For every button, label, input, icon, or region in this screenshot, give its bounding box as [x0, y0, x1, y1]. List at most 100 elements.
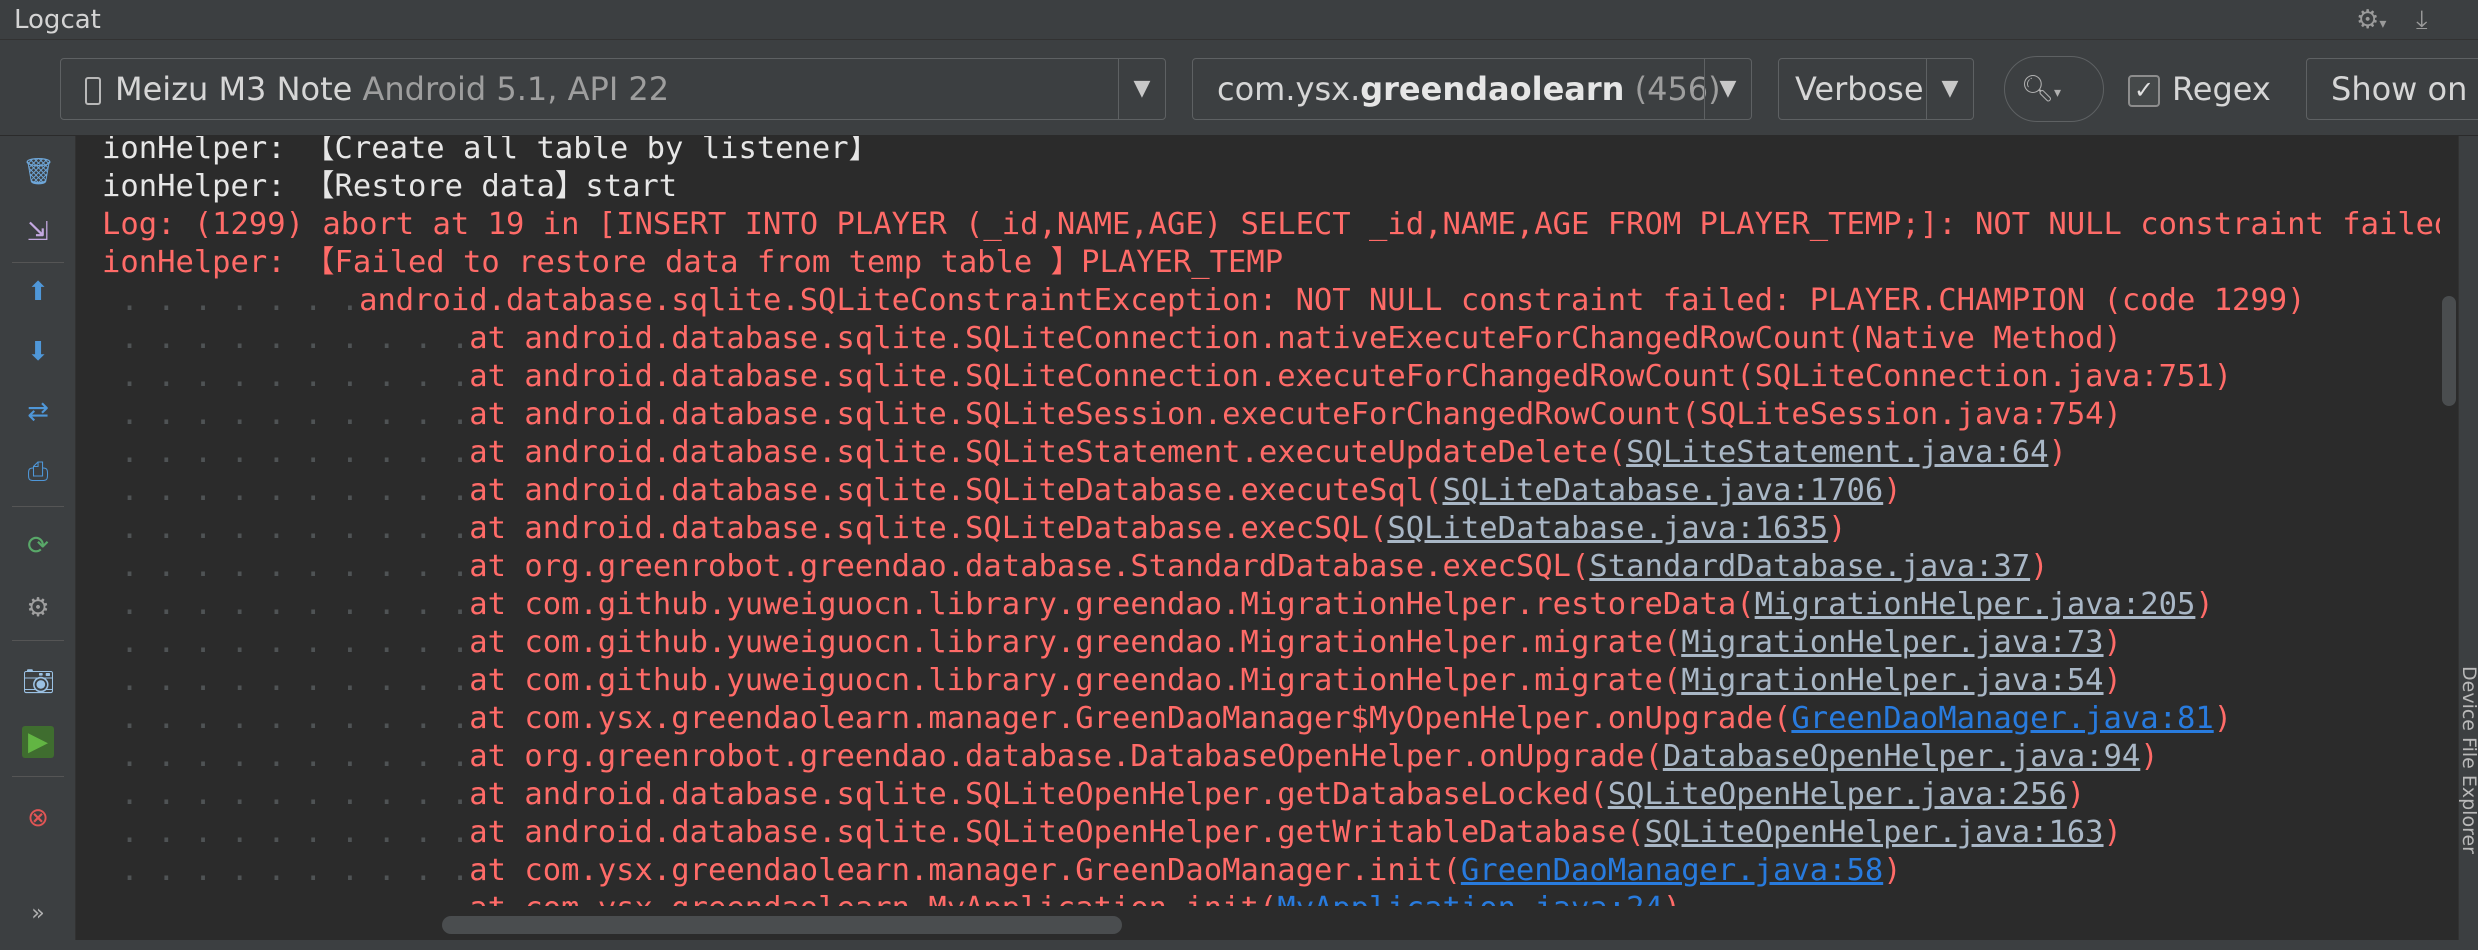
- stack-frame: . . . . . . . . . .at com.ysx.greendaole…: [102, 700, 2232, 738]
- stack-frame: . . . . . . . . . .at org.greenrobot.gre…: [102, 548, 2048, 586]
- stack-tail: ): [2213, 701, 2233, 736]
- process-selector[interactable]: com.ysx.greendaolearn (456) ▼: [1192, 58, 1752, 120]
- indent-dots: . . . . . . . . . .: [102, 891, 469, 906]
- stack-frame: . . . . . . . . . .at com.github.yuweigu…: [102, 586, 2213, 624]
- log-line-text: ionHelper: 【Restore data】start: [102, 169, 678, 204]
- process-prefix: com.ysx.: [1217, 70, 1361, 108]
- indent-dots: . . . . . . . . . .: [102, 853, 470, 888]
- bottom-bar: [0, 940, 2478, 950]
- soft-wrap-icon[interactable]: ⇄: [22, 396, 54, 428]
- horizontal-scroll-thumb[interactable]: [442, 916, 1122, 934]
- chevron-down-icon[interactable]: ▼: [1926, 59, 1973, 119]
- indent-dots: . . . . . . . . . .: [102, 625, 470, 660]
- indent-dots: . . . . . . . . . .: [102, 397, 470, 432]
- print-icon[interactable]: ⎙: [22, 456, 54, 488]
- stack-frame: . . . . . . . . . .at com.ysx.greendaole…: [102, 890, 1681, 906]
- search-icon: 🔍︎▾: [2021, 74, 2062, 104]
- source-link[interactable]: GreenDaoManager.java:58: [1461, 853, 1883, 888]
- vertical-scrollbar[interactable]: [2440, 136, 2458, 906]
- stack-tail: ): [2030, 549, 2049, 584]
- stack-tail: ): [2048, 435, 2067, 470]
- stack-method: at com.github.yuweiguocn.library.greenda…: [469, 587, 1755, 622]
- stack-tail: ): [1828, 511, 1847, 546]
- screenshot-icon[interactable]: 📷︎: [22, 666, 55, 698]
- stack-frame: . . . . . . . . . .at android.database.s…: [102, 358, 2232, 396]
- indent-dots: . . . . . . . . . .: [102, 549, 470, 584]
- stack-frame: . . . . . . . . . .at android.database.s…: [102, 510, 1846, 548]
- chevron-down-icon[interactable]: ▼: [1118, 59, 1165, 119]
- restart-icon[interactable]: ⟳: [22, 530, 54, 562]
- stack-method: at com.ysx.greendaolearn.MyApplication.i…: [469, 891, 1277, 906]
- more-icon[interactable]: »: [22, 898, 54, 930]
- stack-tail: ): [2066, 777, 2086, 812]
- phone-icon: [85, 77, 101, 105]
- indent-dots: . . . . . . .: [102, 283, 360, 318]
- stack-tail: Native Method): [1864, 321, 2122, 356]
- source-link[interactable]: GreenDaoManager.java:81: [1791, 701, 2213, 736]
- source-link[interactable]: MigrationHelper.java:73: [1681, 625, 2103, 660]
- hide-panel-icon[interactable]: ⤓: [2416, 0, 2428, 40]
- stack-method: at com.ysx.greendaolearn.manager.GreenDa…: [469, 701, 1792, 736]
- sidebar-divider: [12, 776, 64, 777]
- filter-selector[interactable]: Show on: [2306, 58, 2478, 120]
- indent-dots: . . . . . . . . . .: [102, 777, 470, 812]
- stack-frame: . . . . . . . . . .at com.github.yuweigu…: [102, 662, 2122, 700]
- stack-tail: ): [1883, 853, 1902, 888]
- exception-line: . . . . . . .android.database.sqlite.SQL…: [102, 282, 2305, 320]
- right-tool-strip: Device File Explorer: [2458, 136, 2478, 950]
- search-input[interactable]: 🔍︎▾: [2004, 56, 2104, 122]
- indent-dots: . . . . . . . . . .: [102, 321, 470, 356]
- terminate-icon[interactable]: ⊗: [22, 802, 54, 834]
- stack-frame: . . . . . . . . . .at org.greenrobot.gre…: [102, 738, 2159, 776]
- settings-icon[interactable]: ⚙: [22, 592, 54, 624]
- regex-checkbox[interactable]: ✓: [2128, 75, 2160, 107]
- stack-tail: ): [2140, 739, 2159, 774]
- scroll-to-end-icon[interactable]: ⇲: [22, 216, 54, 248]
- source-link[interactable]: SQLiteDatabase.java:1706: [1442, 473, 1883, 508]
- source-link[interactable]: SQLiteOpenHelper.java:256: [1608, 777, 2067, 812]
- log-level-selector[interactable]: Verbose ▼: [1778, 58, 1974, 120]
- stack-method: at org.greenrobot.greendao.database.Stan…: [469, 549, 1590, 584]
- source-link[interactable]: SQLiteStatement.java:64: [1626, 435, 2048, 470]
- stack-method: at android.database.sqlite.SQLiteDatabas…: [469, 511, 1388, 546]
- sidebar-divider: [12, 506, 64, 507]
- stack-method: at android.database.sqlite.SQLiteConnect…: [469, 321, 1865, 356]
- screen-record-icon[interactable]: ▶: [22, 726, 54, 758]
- trash-icon[interactable]: 🗑︎: [22, 156, 55, 188]
- device-file-explorer-tab[interactable]: Device File Explorer: [2458, 666, 2478, 906]
- source-link[interactable]: MigrationHelper.java:54: [1681, 663, 2103, 698]
- stack-method: at com.github.yuweiguocn.library.greenda…: [469, 663, 1682, 698]
- regex-label: Regex: [2172, 70, 2271, 108]
- log-line-text: ionHelper: 【Create all table by listener…: [102, 136, 880, 166]
- down-arrow-icon[interactable]: ⬇: [22, 336, 54, 368]
- regex-toggle[interactable]: ✓ Regex: [2128, 58, 2271, 120]
- filter-label: Show on: [2331, 70, 2468, 108]
- gear-icon[interactable]: ⚙▾: [2356, 0, 2386, 44]
- log-line-text: Log: (1299) abort at 19 in [INSERT INTO …: [102, 207, 2440, 242]
- source-link[interactable]: SQLiteOpenHelper.java:163: [1644, 815, 2103, 850]
- logcat-sidebar: 🗑︎ ⇲ ⬆ ⬇ ⇄ ⎙ ⟳ ⚙ 📷︎ ▶ ⊗ »: [0, 136, 76, 950]
- stack-method: at android.database.sqlite.SQLiteStateme…: [469, 435, 1627, 470]
- stack-tail: ): [2103, 815, 2122, 850]
- indent-dots: . . . . . . . . . .: [102, 511, 470, 546]
- stack-frame: . . . . . . . . . .at android.database.s…: [102, 814, 2122, 852]
- device-detail: Android 5.1, API 22: [362, 70, 670, 108]
- source-link[interactable]: SQLiteDatabase.java:1635: [1387, 511, 1828, 546]
- stack-method: at com.ysx.greendaolearn.manager.GreenDa…: [469, 853, 1461, 888]
- chevron-down-icon[interactable]: ▼: [1704, 59, 1751, 119]
- source-link[interactable]: StandardDatabase.java:37: [1589, 549, 2030, 584]
- stack-frame: . . . . . . . . . .at com.github.yuweigu…: [102, 624, 2122, 662]
- stack-frame: . . . . . . . . . .at android.database.s…: [102, 472, 1901, 510]
- up-arrow-icon[interactable]: ⬆: [22, 276, 54, 308]
- log-output[interactable]: ionHelper: 【Create all table by listener…: [76, 136, 2440, 906]
- stack-frame: . . . . . . . . . .at android.database.s…: [102, 776, 2085, 814]
- source-link[interactable]: DatabaseOpenHelper.java:94: [1663, 739, 2140, 774]
- sidebar-divider: [12, 640, 64, 641]
- stack-tail: ): [1663, 891, 1681, 906]
- device-selector[interactable]: Meizu M3 Note Android 5.1, API 22 ▼: [60, 58, 1166, 120]
- vertical-scroll-thumb[interactable]: [2442, 296, 2456, 406]
- sidebar-divider: [12, 262, 64, 263]
- source-link[interactable]: MyApplication.java:24: [1277, 891, 1663, 906]
- source-link[interactable]: MigrationHelper.java:205: [1755, 587, 2196, 622]
- stack-method: at com.github.yuweiguocn.library.greenda…: [469, 625, 1682, 660]
